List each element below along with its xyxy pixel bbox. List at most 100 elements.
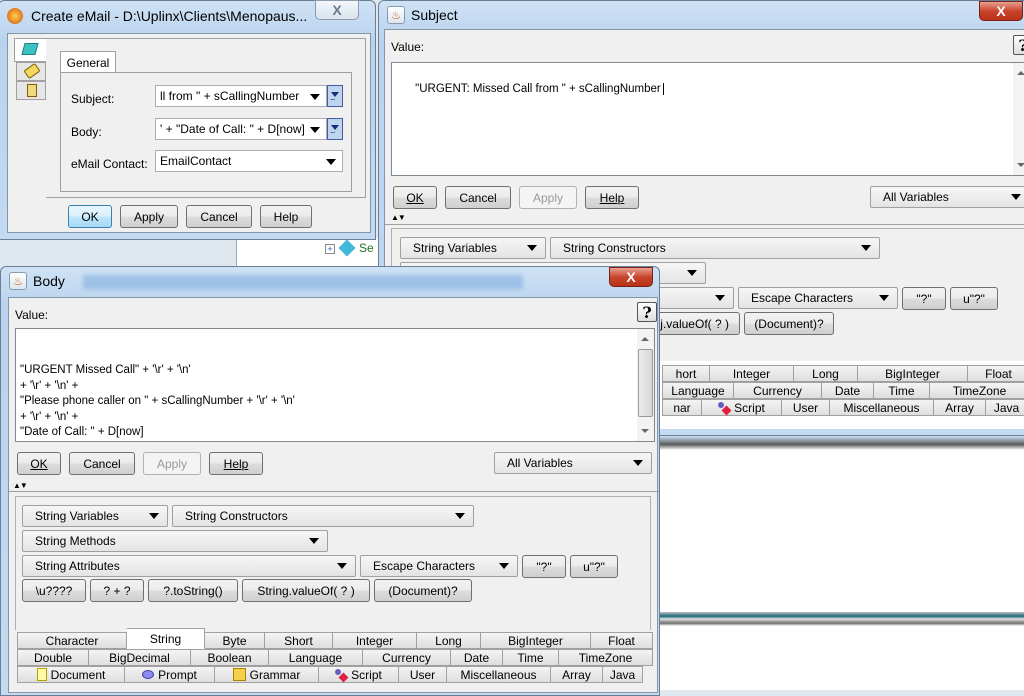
body-ellipsis-button[interactable] bbox=[327, 118, 343, 140]
subject-field[interactable]: ll from " + sCallingNumber bbox=[155, 85, 327, 107]
type-tab-nar[interactable]: nar bbox=[662, 399, 702, 416]
type-tab-timezone[interactable]: TimeZone bbox=[559, 649, 653, 666]
type-tab-double[interactable]: Double bbox=[17, 649, 89, 666]
body-cancel-button[interactable]: Cancel bbox=[69, 452, 135, 475]
type-tab-biginteger[interactable]: BigInteger bbox=[481, 632, 591, 649]
chevron-down-icon[interactable] bbox=[326, 159, 336, 165]
type-tab-user[interactable]: User bbox=[782, 399, 830, 416]
tab-general[interactable]: General bbox=[60, 51, 116, 73]
concat-button[interactable]: ? + ? bbox=[90, 579, 144, 602]
type-tab-miscellaneous[interactable]: Miscellaneous bbox=[447, 666, 551, 683]
scroll-down-icon[interactable] bbox=[641, 429, 649, 433]
expand-tree-icon[interactable]: + bbox=[325, 244, 335, 254]
create-email-apply-button[interactable]: Apply bbox=[120, 205, 178, 228]
string-methods-combo[interactable]: String Methods bbox=[22, 530, 328, 552]
body-help-button[interactable]: Help bbox=[209, 452, 263, 475]
type-tab-language[interactable]: Language bbox=[662, 382, 734, 399]
subject-value-textarea[interactable]: "URGENT: Missed Call from " + sCallingNu… bbox=[391, 62, 1024, 176]
document-cast-button[interactable]: (Document)? bbox=[744, 312, 834, 335]
side-tab-document[interactable] bbox=[16, 81, 46, 100]
body-close-button[interactable]: X bbox=[609, 267, 653, 287]
type-tab-document[interactable]: Document bbox=[17, 666, 125, 683]
side-tab-email-settings[interactable] bbox=[14, 38, 46, 62]
type-tab-array[interactable]: Array bbox=[551, 666, 603, 683]
type-tab-date[interactable]: Date bbox=[451, 649, 503, 666]
create-email-ok-button[interactable]: OK bbox=[68, 205, 112, 228]
type-tab-string[interactable]: String bbox=[127, 628, 205, 649]
string-variables-combo[interactable]: String Variables bbox=[22, 505, 168, 527]
create-email-close-button[interactable]: X bbox=[315, 0, 359, 20]
create-email-cancel-button[interactable]: Cancel bbox=[186, 205, 252, 228]
escape-characters-combo[interactable]: Escape Characters bbox=[360, 555, 518, 577]
type-tab-user[interactable]: User bbox=[399, 666, 447, 683]
type-tab-language[interactable]: Language bbox=[269, 649, 363, 666]
type-tab-float[interactable]: Float bbox=[968, 365, 1024, 382]
string-constructors-combo[interactable]: String Constructors bbox=[550, 237, 880, 259]
type-tab-java[interactable]: Java bbox=[986, 399, 1024, 416]
type-tab-long[interactable]: Long bbox=[794, 365, 858, 382]
body-scrollbar[interactable] bbox=[637, 329, 654, 441]
to-string-button[interactable]: ?.toString() bbox=[148, 579, 238, 602]
type-tab-biginteger[interactable]: BigInteger bbox=[858, 365, 968, 382]
escape-characters-combo[interactable]: Escape Characters bbox=[738, 287, 898, 309]
type-tab-java[interactable]: Java bbox=[603, 666, 643, 683]
help-icon[interactable]: ? bbox=[1013, 35, 1024, 55]
email-contact-field[interactable]: EmailContact bbox=[155, 150, 343, 172]
type-tab-date[interactable]: Date bbox=[822, 382, 874, 399]
type-tab-boolean[interactable]: Boolean bbox=[191, 649, 269, 666]
subject-variables-combo[interactable]: All Variables bbox=[870, 186, 1024, 208]
subject-ellipsis-button[interactable] bbox=[327, 85, 343, 107]
type-tab-float[interactable]: Float bbox=[591, 632, 653, 649]
type-tab-time[interactable]: Time bbox=[874, 382, 930, 399]
quote-button[interactable]: "?" bbox=[902, 287, 946, 310]
subject-scrollbar[interactable] bbox=[1013, 63, 1024, 175]
body-field[interactable]: ' + "Date of Call: " + D[now] bbox=[155, 118, 327, 140]
body-apply-button[interactable]: Apply bbox=[143, 452, 201, 475]
type-tab-currency[interactable]: Currency bbox=[734, 382, 822, 399]
type-tab-script[interactable]: Script bbox=[319, 666, 399, 683]
scroll-down-icon[interactable] bbox=[1017, 163, 1024, 167]
body-variables-combo[interactable]: All Variables bbox=[494, 452, 652, 474]
side-tab-tag[interactable] bbox=[16, 62, 46, 81]
type-tab-short[interactable]: Short bbox=[265, 632, 333, 649]
type-tab-time[interactable]: Time bbox=[503, 649, 559, 666]
type-tab-integer[interactable]: Integer bbox=[710, 365, 794, 382]
type-tab-hort[interactable]: hort bbox=[662, 365, 710, 382]
quote-button[interactable]: "?" bbox=[522, 555, 566, 578]
subject-apply-button[interactable]: Apply bbox=[519, 186, 577, 209]
string-constructors-combo[interactable]: String Constructors bbox=[172, 505, 474, 527]
unicode-quote-button[interactable]: u"?" bbox=[950, 287, 998, 310]
body-ok-button[interactable]: OK bbox=[17, 452, 61, 475]
type-tab-currency[interactable]: Currency bbox=[363, 649, 451, 666]
chevron-down-icon[interactable] bbox=[310, 127, 320, 133]
type-tab-long[interactable]: Long bbox=[417, 632, 481, 649]
chevron-down-icon[interactable] bbox=[310, 94, 320, 100]
type-tab-integer[interactable]: Integer bbox=[333, 632, 417, 649]
subject-close-button[interactable]: X bbox=[979, 1, 1023, 21]
subject-ok-button[interactable]: OK bbox=[393, 186, 437, 209]
string-attributes-combo[interactable]: String Attributes bbox=[22, 555, 356, 577]
type-tab-character[interactable]: Character bbox=[17, 632, 127, 649]
type-tab-prompt[interactable]: Prompt bbox=[125, 666, 215, 683]
body-value-textarea[interactable]: "URGENT Missed Call" + '\r' + '\n' + '\r'… bbox=[15, 328, 655, 442]
type-tab-bigdecimal[interactable]: BigDecimal bbox=[89, 649, 191, 666]
string-variables-combo[interactable]: String Variables bbox=[400, 237, 546, 259]
scroll-thumb[interactable] bbox=[638, 349, 653, 417]
subject-titlebar[interactable]: ♨ Subject bbox=[379, 1, 1024, 29]
subject-cancel-button[interactable]: Cancel bbox=[445, 186, 511, 209]
document-cast-button[interactable]: (Document)? bbox=[374, 579, 472, 602]
body-titlebar[interactable]: ♨ Body bbox=[1, 267, 659, 295]
scroll-up-icon[interactable] bbox=[1017, 71, 1024, 75]
type-tab-byte[interactable]: Byte bbox=[205, 632, 265, 649]
type-tab-array[interactable]: Array bbox=[934, 399, 986, 416]
splitter-toggle[interactable]: ▲▼ bbox=[391, 213, 406, 223]
tree-item-label[interactable]: Se bbox=[359, 241, 374, 255]
subject-help-button[interactable]: Help bbox=[585, 186, 639, 209]
type-tab-miscellaneous[interactable]: Miscellaneous bbox=[830, 399, 934, 416]
unicode-quote-button[interactable]: u"?" bbox=[570, 555, 618, 578]
type-tab-script[interactable]: Script bbox=[702, 399, 782, 416]
type-tab-grammar[interactable]: Grammar bbox=[215, 666, 319, 683]
type-tab-timezone[interactable]: TimeZone bbox=[930, 382, 1024, 399]
help-icon[interactable]: ? bbox=[637, 302, 657, 322]
value-of-button[interactable]: String.valueOf( ? ) bbox=[242, 579, 370, 602]
